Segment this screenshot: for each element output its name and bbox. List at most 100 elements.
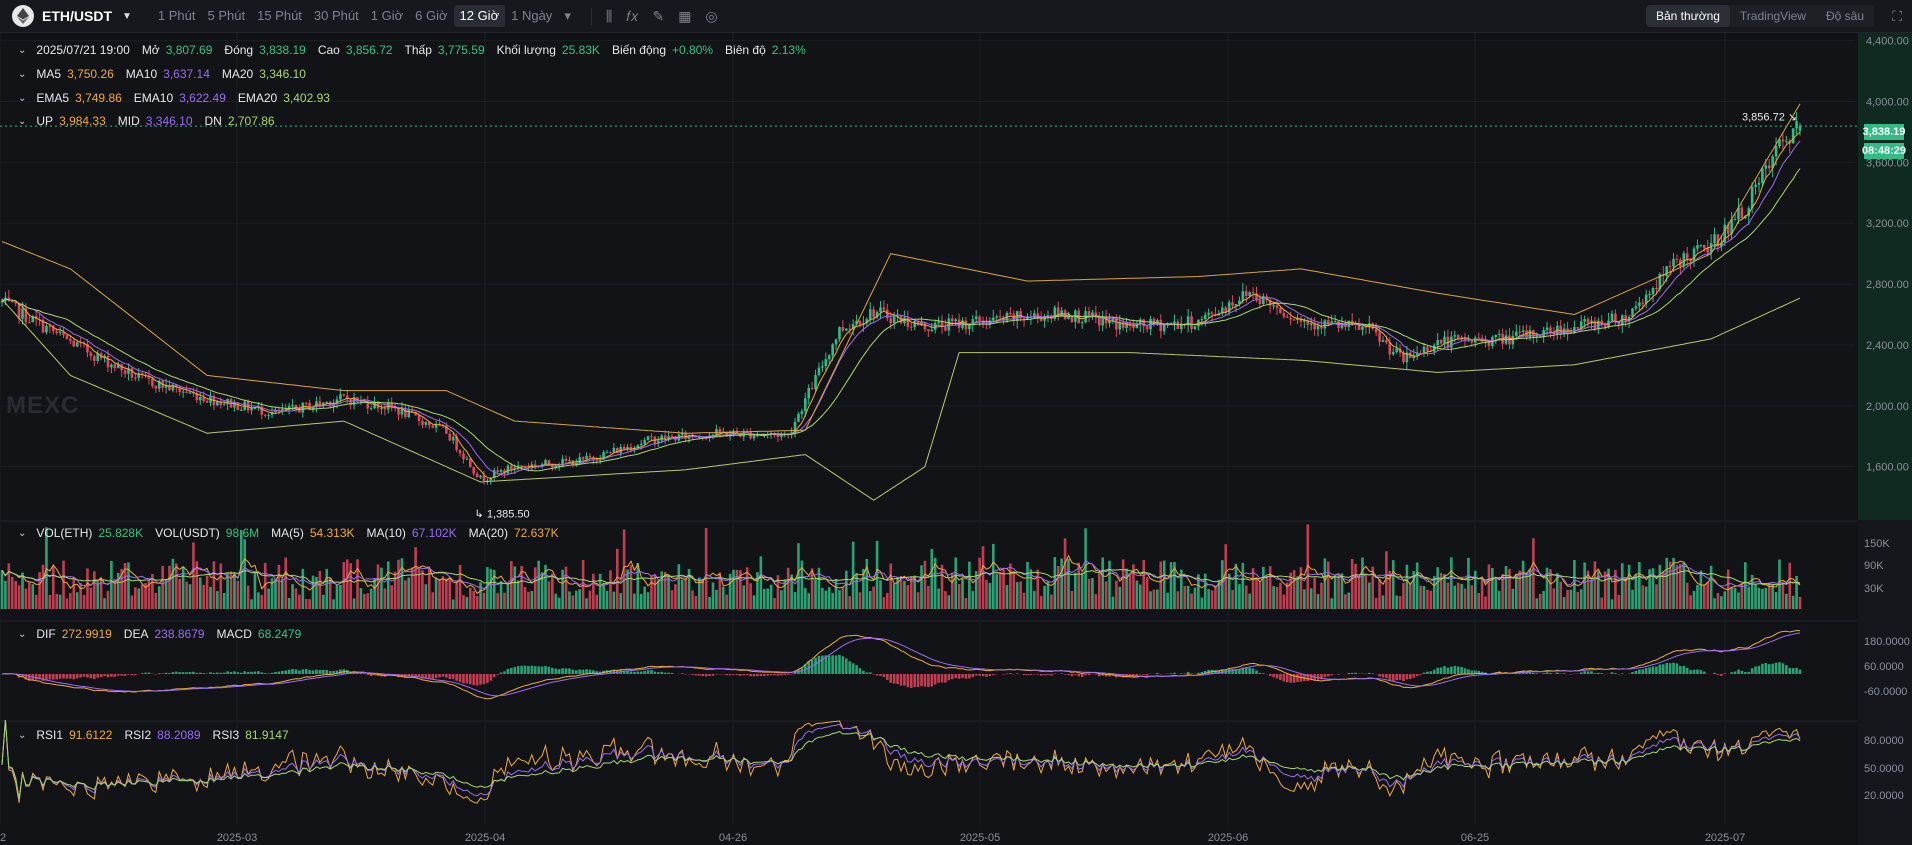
candle-body — [520, 465, 523, 467]
kline-chart[interactable]: 3,856.72 ↘ ↳ 1,385.50 4,400.00 4,000.00 3,6… — [0, 33, 1912, 845]
macd-bar — [243, 671, 246, 674]
candle-type-icon[interactable]: ⫼ — [606, 8, 612, 25]
macd-bar — [759, 674, 763, 677]
macd-bar — [277, 671, 281, 674]
volume-bar — [1514, 574, 1518, 609]
fullscreen-icon[interactable]: ⛶ — [1892, 8, 1902, 25]
volume-bar — [1207, 589, 1210, 609]
volume-bar — [602, 583, 605, 609]
volume-bar — [1634, 574, 1638, 609]
candle-body — [622, 446, 626, 450]
volume-bar — [1730, 586, 1733, 609]
volume-bar — [1720, 596, 1723, 609]
macd-bar — [1699, 670, 1703, 674]
volume-bar — [445, 578, 448, 609]
collapse-boll-icon[interactable]: ⌄ — [18, 116, 26, 127]
indicator-tick-label: 90K — [1864, 560, 1884, 572]
ema5-value: 3,749.86 — [75, 91, 122, 105]
volume-bar — [260, 594, 264, 609]
volume-bar — [1603, 571, 1607, 609]
macd-bar — [1251, 668, 1255, 674]
macd-bar — [889, 674, 893, 683]
collapse-ema-icon[interactable]: ⌄ — [18, 93, 26, 104]
boll-mid-label: MID — [117, 114, 140, 128]
macd-bar — [670, 672, 674, 674]
volume-bar — [1477, 592, 1480, 609]
collapse-rsi-icon[interactable]: ⌄ — [18, 730, 26, 741]
pair-name[interactable]: ETH/USDT — [42, 8, 112, 24]
vol-ma20-label: MA(20) — [468, 526, 508, 540]
interval-1m[interactable]: 1 Phút — [152, 5, 202, 27]
interval-5m[interactable]: 5 Phút — [202, 5, 252, 27]
collapse-macd-icon[interactable]: ⌄ — [18, 629, 26, 640]
collapse-vol-icon[interactable]: ⌄ — [18, 528, 26, 539]
volume-bar — [339, 584, 342, 609]
macd-bar — [657, 672, 660, 674]
volume-bar — [28, 581, 31, 609]
volume-bar — [998, 571, 1002, 609]
draw-icon[interactable]: ✎ — [652, 8, 664, 25]
volume-bar — [701, 580, 705, 609]
volume-bar — [250, 599, 253, 609]
macd-bar — [110, 674, 113, 677]
volume-bar — [318, 571, 322, 609]
vol-eth-label: VOL(ETH) — [36, 526, 93, 540]
macd-bar — [130, 674, 134, 676]
volume-bar — [404, 580, 407, 609]
macd-bar — [1422, 672, 1426, 674]
macd-bar — [363, 673, 366, 674]
volume-bar — [62, 560, 65, 609]
candle-body — [715, 429, 718, 435]
volume-bar — [821, 587, 824, 609]
volume-bar — [489, 569, 493, 609]
high-value: 3,856.72 — [345, 43, 393, 57]
pair-dropdown-icon[interactable]: ▼ — [122, 11, 132, 22]
volume-bar — [947, 595, 951, 609]
macd-bar — [1631, 672, 1634, 674]
candle-body — [991, 317, 995, 321]
collapse-ma-icon[interactable]: ⌄ — [18, 69, 26, 80]
macd-bar — [1402, 674, 1405, 682]
macd-bar — [304, 668, 308, 674]
volume-bar — [1162, 560, 1166, 609]
macd-bar — [547, 666, 551, 674]
macd-bar — [1788, 668, 1792, 674]
interval-more-icon[interactable]: ▾ — [558, 5, 577, 27]
volume-bar — [335, 584, 339, 609]
volume-bar — [376, 564, 380, 609]
volume-bar — [92, 571, 96, 609]
interval-15m[interactable]: 15 Phút — [251, 5, 308, 27]
volume-bar — [807, 593, 811, 609]
layout-icon[interactable]: ▦ — [678, 8, 691, 25]
interval-12h[interactable]: 12 Giờ — [453, 5, 506, 27]
macd-bar — [1378, 674, 1381, 677]
volume-bar — [1364, 574, 1368, 609]
view-standard[interactable]: Bản thường — [1645, 5, 1730, 27]
volume-bar — [845, 570, 848, 609]
volume-bar — [106, 590, 110, 609]
macd-bar — [1415, 674, 1419, 677]
volume-bar — [322, 594, 325, 609]
volume-bar — [458, 564, 462, 609]
candle-body — [868, 309, 872, 320]
macd-bar — [1446, 667, 1450, 674]
candle-body — [889, 318, 893, 324]
macd-bar — [1436, 667, 1439, 674]
candle-body — [1467, 340, 1470, 342]
interval-1h[interactable]: 1 Giờ — [365, 5, 409, 27]
candle-body — [328, 401, 332, 407]
interval-30m[interactable]: 30 Phút — [308, 5, 365, 27]
view-depth[interactable]: Độ sâu — [1816, 5, 1874, 27]
collapse-ohlc-icon[interactable]: ⌄ — [18, 45, 26, 56]
screenshot-icon[interactable]: ◎ — [705, 8, 717, 25]
candle-body — [496, 470, 499, 472]
price-tick-label: 3,600.00 — [1866, 157, 1909, 169]
view-tradingview[interactable]: TradingView — [1730, 5, 1816, 27]
volume-bar — [390, 585, 393, 609]
volume-bar — [797, 543, 800, 609]
interval-6h[interactable]: 6 Giờ — [409, 5, 453, 27]
volume-bar — [226, 572, 229, 609]
volume-bar — [1538, 593, 1542, 609]
indicator-icon[interactable]: 𝑓𝑥 — [626, 8, 638, 25]
interval-1d[interactable]: 1 Ngày — [505, 5, 558, 27]
